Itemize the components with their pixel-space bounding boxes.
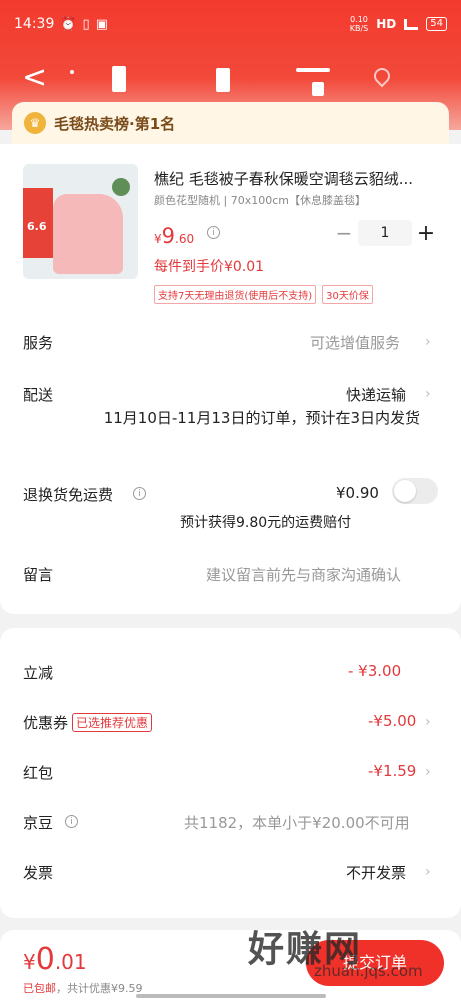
delivery-note: 11月10日-11月13日的订单，预计在3日内发货 [103,409,420,427]
nav-fragment [296,68,330,72]
coupon-label: 优惠券 已选推荐优惠 [23,712,153,733]
status-icons: ⏰ ▯ ▣ [60,17,108,32]
quantity-input[interactable]: 1 [358,220,412,246]
status-bar: 14:39 ⏰ ▯ ▣ 0.10 KB/S HD 54 [14,10,447,38]
message-label: 留言 [23,566,54,584]
jingdou-value: 共1182，本单小于¥20.00不可用 [184,814,410,832]
increase-button[interactable]: + [412,221,440,246]
nav-fragment [312,82,324,96]
vibrate-icon: ▯ [82,16,90,32]
chevron-right-icon[interactable]: › [425,714,431,730]
trophy-icon: ♛ [24,112,46,134]
chevron-right-icon[interactable]: › [425,764,431,780]
policy-tags: 支持7天无理由退货(使用后不支持) 30天价保 [154,285,373,304]
back-button[interactable]: < [22,60,47,96]
service-label: 服务 [23,334,54,352]
home-indicator[interactable] [136,994,326,998]
nav-fragment [70,70,74,74]
net-speed: 0.10 KB/S [349,15,369,33]
plant-image [112,178,130,196]
network-hd: HD [376,17,397,31]
return-shipping-value: ¥0.90 [336,484,379,502]
nav-fragment [112,66,126,92]
hot-rank-banner[interactable]: ♛ 毛毯热卖榜·第1名 [12,102,449,144]
invoice-label: 发票 [23,864,54,882]
chevron-right-icon[interactable]: › [425,334,431,350]
product-price: ¥9.60 [154,224,195,248]
promo-tag-text: 6.6 [27,220,47,233]
shipping-note: 已包邮，共计优惠¥9.59 [23,982,143,995]
return-shipping-label: 退换货免运费 [23,486,114,504]
red-packet-value[interactable]: -¥1.59 [368,762,416,780]
policy-price-protect: 30天价保 [322,285,373,304]
alarm-icon: ⏰ [60,16,77,32]
toggle-knob [394,480,416,502]
quantity-stepper: − 1 + [330,220,440,246]
red-packet-label: 红包 [23,764,54,782]
price-info-icon[interactable]: i [207,226,220,239]
instant-discount-label: 立减 [23,664,54,682]
instant-discount-value: - ¥3.00 [348,662,402,680]
blanket-image [53,194,123,274]
signal-icon [404,18,419,30]
discounts-card: 立减 - ¥3.00 优惠券 已选推荐优惠 -¥5.00 › 红包 -¥1.59 … [0,628,461,918]
return-shipping-toggle[interactable] [392,478,438,504]
coupon-value[interactable]: -¥5.00 [368,712,416,730]
delivery-value[interactable]: 快递运输 [346,384,406,405]
order-card: 6.6 樵纪 毛毯被子春秋保暖空调毯云貂绒... 颜色花型随机 | 70x100… [0,144,461,614]
hot-rank-text: 毛毯热卖榜·第1名 [54,114,176,133]
product-spec[interactable]: 颜色花型随机 | 70x100cm【休息膝盖毯】 [154,192,366,208]
message-input[interactable]: 建议留言前先与商家沟通确认 [206,564,401,585]
nav-bar: < [0,58,461,102]
chevron-right-icon[interactable]: › [425,386,431,402]
jingdou-label: 京豆 [23,814,54,832]
hand-price: 每件到手价¥0.01 [154,259,265,275]
return-info-icon[interactable]: i [133,487,146,500]
policy-return: 支持7天无理由退货(使用后不支持) [154,285,317,304]
service-value[interactable]: 可选增值服务 [310,332,400,353]
product-thumbnail[interactable]: 6.6 [23,164,138,279]
invoice-value[interactable]: 不开发票 [346,862,406,883]
battery-icon: 54 [426,17,447,31]
product-title[interactable]: 樵纪 毛毯被子春秋保暖空调毯云貂绒... [154,168,439,189]
total-price: ¥0.01 [23,942,87,977]
decrease-button[interactable]: − [330,221,358,245]
jingdou-info-icon[interactable]: i [65,815,78,828]
app-icon: ▣ [95,16,108,32]
nav-fragment [216,68,230,92]
return-compensate-note: 预计获得9.80元的运费赔付 [180,515,352,531]
status-time: 14:39 [14,16,55,32]
coupon-recommend-tag: 已选推荐优惠 [72,713,153,732]
delivery-label: 配送 [23,386,54,404]
chevron-right-icon[interactable]: › [425,864,431,880]
watermark-url: zhuan.jqs.com [314,962,423,980]
location-icon[interactable] [370,64,394,88]
